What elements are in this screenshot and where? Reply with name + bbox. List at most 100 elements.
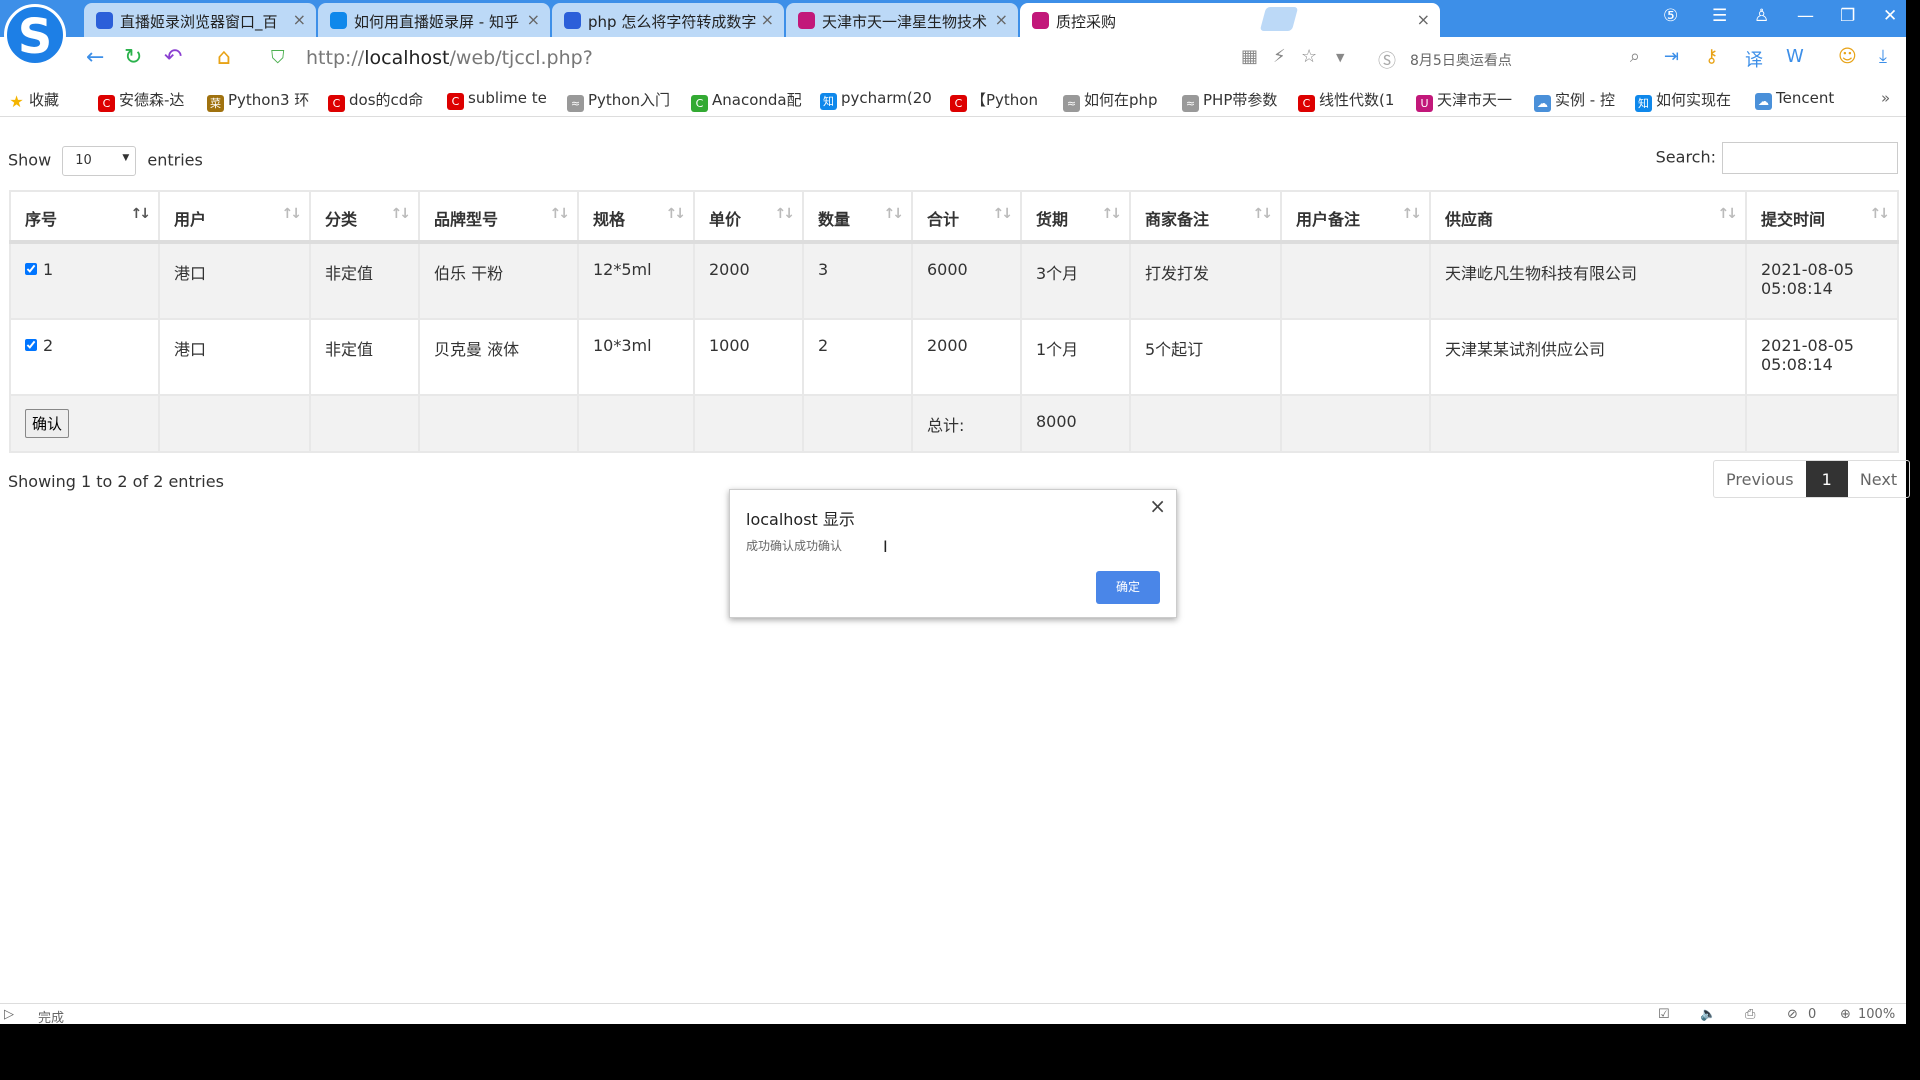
column-header[interactable]: 用户备注 ↑↓ xyxy=(1280,190,1431,244)
bookmark-item[interactable]: C 安德森-达 xyxy=(98,89,184,112)
new-tab-button[interactable] xyxy=(1259,7,1299,31)
bookmark-item[interactable]: ≈ PHP带参数 xyxy=(1182,89,1277,112)
bookmark-item[interactable]: Cdos的cd命 xyxy=(328,89,423,112)
row-checkbox[interactable] xyxy=(25,263,37,275)
url-field[interactable]: http://localhost/web/tjccl.php? xyxy=(306,47,593,69)
search-box[interactable]: Ⓢ 8月5日奥运看点 ⌕ xyxy=(1378,43,1640,73)
column-label: 货期 xyxy=(1036,210,1069,229)
zoom-level[interactable]: 100% xyxy=(1858,1007,1895,1022)
column-header[interactable]: 商家备注 ↑↓ xyxy=(1129,190,1282,244)
close-icon[interactable]: × xyxy=(1149,494,1166,518)
column-header[interactable]: 品牌型号 ↑↓ xyxy=(418,190,579,244)
cell-value: 打发打发 xyxy=(1145,264,1210,283)
table-cell xyxy=(1280,241,1431,320)
bookmark-item[interactable]: ☁ Tencent xyxy=(1755,89,1834,110)
table-cell: 1 xyxy=(9,241,160,320)
shield-check-icon[interactable]: ☑ xyxy=(1658,1007,1670,1022)
translate-icon[interactable]: 译 xyxy=(1745,46,1763,72)
column-header[interactable]: 货期 ↑↓ xyxy=(1020,190,1131,244)
tab-4[interactable]: 天津市天一津星生物技术 × xyxy=(786,3,1018,37)
refresh-icon[interactable]: ↻ xyxy=(124,45,142,70)
maximize-icon[interactable]: ❐ xyxy=(1840,6,1855,26)
close-tab-icon[interactable]: × xyxy=(761,10,774,29)
close-tab-icon[interactable]: × xyxy=(995,10,1008,29)
speaker-icon[interactable]: 🔈 xyxy=(1700,1007,1716,1022)
column-header[interactable]: 单价 ↑↓ xyxy=(693,190,804,244)
shield-icon: ⛉ xyxy=(271,47,285,68)
column-header[interactable]: 供应商 ↑↓ xyxy=(1429,190,1747,244)
bookmark-item[interactable]: C 线性代数(1 xyxy=(1298,89,1394,112)
total-label: 总计: xyxy=(927,416,965,435)
menu-icon[interactable]: ☰ xyxy=(1712,6,1727,26)
baidu-paw-icon xyxy=(96,12,113,29)
bookmark-item[interactable]: ≈ Python入门 xyxy=(567,89,670,112)
minimize-icon[interactable]: — xyxy=(1797,6,1814,26)
back-icon[interactable]: ← xyxy=(86,45,104,70)
zoom-icon[interactable]: ⊕ xyxy=(1840,1007,1851,1022)
key-icon[interactable]: ⚷ xyxy=(1705,46,1718,67)
cell-value: 12*5ml xyxy=(593,260,652,279)
row-checkbox[interactable] xyxy=(25,339,37,351)
word-icon[interactable]: W xyxy=(1786,46,1804,67)
login-icon[interactable]: ⇥ xyxy=(1664,46,1679,67)
cell-value: 2000 xyxy=(927,336,968,355)
download-icon[interactable]: ⤓ xyxy=(1879,46,1887,67)
bookmark-item[interactable]: ★ 收藏 xyxy=(8,89,59,110)
column-header[interactable]: 规格 ↑↓ xyxy=(577,190,695,244)
bookmark-icon: C xyxy=(1298,95,1315,112)
skin-icon[interactable]: ♙ xyxy=(1754,6,1769,26)
bookmark-item[interactable]: C Anaconda配 xyxy=(691,89,802,112)
column-header[interactable]: 提交时间 ↑↓ xyxy=(1745,190,1899,244)
tab-5[interactable]: 质控采购 × xyxy=(1020,3,1440,37)
table-cell: 1个月 xyxy=(1020,318,1131,396)
qr-icon[interactable]: ▦ xyxy=(1241,46,1258,67)
tab-3[interactable]: php 怎么将字符转成数字 × xyxy=(552,3,784,37)
table-cell: 3 xyxy=(802,241,913,320)
next-button[interactable]: Next xyxy=(1848,461,1909,497)
bookmark-label: 如何实现在 xyxy=(1656,91,1732,109)
bookmark-item[interactable]: 知如何实现在 xyxy=(1635,89,1731,112)
bookmark-item[interactable]: 菜 Python3 环 xyxy=(207,89,309,112)
close-window-icon[interactable]: ✕ xyxy=(1883,6,1897,26)
status-text: 完成 xyxy=(38,1011,65,1026)
bookmark-item[interactable]: C 【Python xyxy=(950,89,1038,112)
sort-icon: ↑↓ xyxy=(1869,206,1891,222)
column-header[interactable]: 合计 ↑↓ xyxy=(911,190,1022,244)
tab-2[interactable]: 如何用直播姬录屏 - 知乎 × xyxy=(318,3,550,37)
printer-icon[interactable]: ⎙ xyxy=(1745,1007,1755,1022)
search-icon[interactable]: ⌕ xyxy=(1630,46,1640,67)
lightning-icon[interactable]: ⚡ xyxy=(1273,46,1286,67)
column-header[interactable]: 用户 ↑↓ xyxy=(158,190,311,244)
bookmark-item[interactable]: ☁ 实例 - 控 xyxy=(1534,89,1615,112)
tab-count-icon[interactable]: ⑤ xyxy=(1663,6,1678,26)
bookmark-icon: C xyxy=(328,95,345,112)
home-icon[interactable]: ⌂ xyxy=(217,45,231,70)
column-header[interactable]: 分类 ↑↓ xyxy=(309,190,420,244)
bookmark-icon: ≈ xyxy=(1063,95,1080,112)
dropdown-icon[interactable]: ▼ xyxy=(1336,51,1344,64)
column-header[interactable]: 序号 ↑↓ xyxy=(9,190,160,244)
star-icon[interactable]: ☆ xyxy=(1301,46,1317,67)
undo-icon[interactable]: ↶ xyxy=(164,45,182,70)
more-bookmarks-icon[interactable]: » xyxy=(1881,89,1890,107)
bookmark-item[interactable]: U 天津市天一 xyxy=(1416,89,1512,112)
bookmark-item[interactable]: ≈ 如何在php xyxy=(1063,89,1158,112)
close-tab-icon[interactable]: × xyxy=(527,10,540,29)
tab-1[interactable]: 直播姬录浏览器窗口_百 × xyxy=(84,3,316,37)
close-tab-icon[interactable]: × xyxy=(1417,10,1430,29)
column-header[interactable]: 数量 ↑↓ xyxy=(802,190,913,244)
bookmark-item[interactable]: Csublime te xyxy=(447,89,547,110)
ad-block-icon[interactable]: ⊘ xyxy=(1787,1007,1798,1022)
close-tab-icon[interactable]: × xyxy=(293,10,306,29)
bookmark-item[interactable]: 知 pycharm(20 xyxy=(820,89,932,110)
page-1-button[interactable]: 1 xyxy=(1805,461,1848,497)
confirm-button[interactable]: 确认 xyxy=(25,409,70,438)
page-length-select[interactable]: 10 ▼ xyxy=(62,146,137,176)
table-search-input[interactable] xyxy=(1722,142,1898,174)
ok-button[interactable]: 确定 xyxy=(1096,571,1160,604)
cell-value: 非定值 xyxy=(325,340,374,359)
previous-button[interactable]: Previous xyxy=(1714,461,1806,497)
emoji-icon[interactable]: ☺ xyxy=(1838,46,1857,67)
play-icon[interactable]: ▷ xyxy=(4,1007,14,1022)
browser-logo[interactable]: S xyxy=(4,4,66,66)
